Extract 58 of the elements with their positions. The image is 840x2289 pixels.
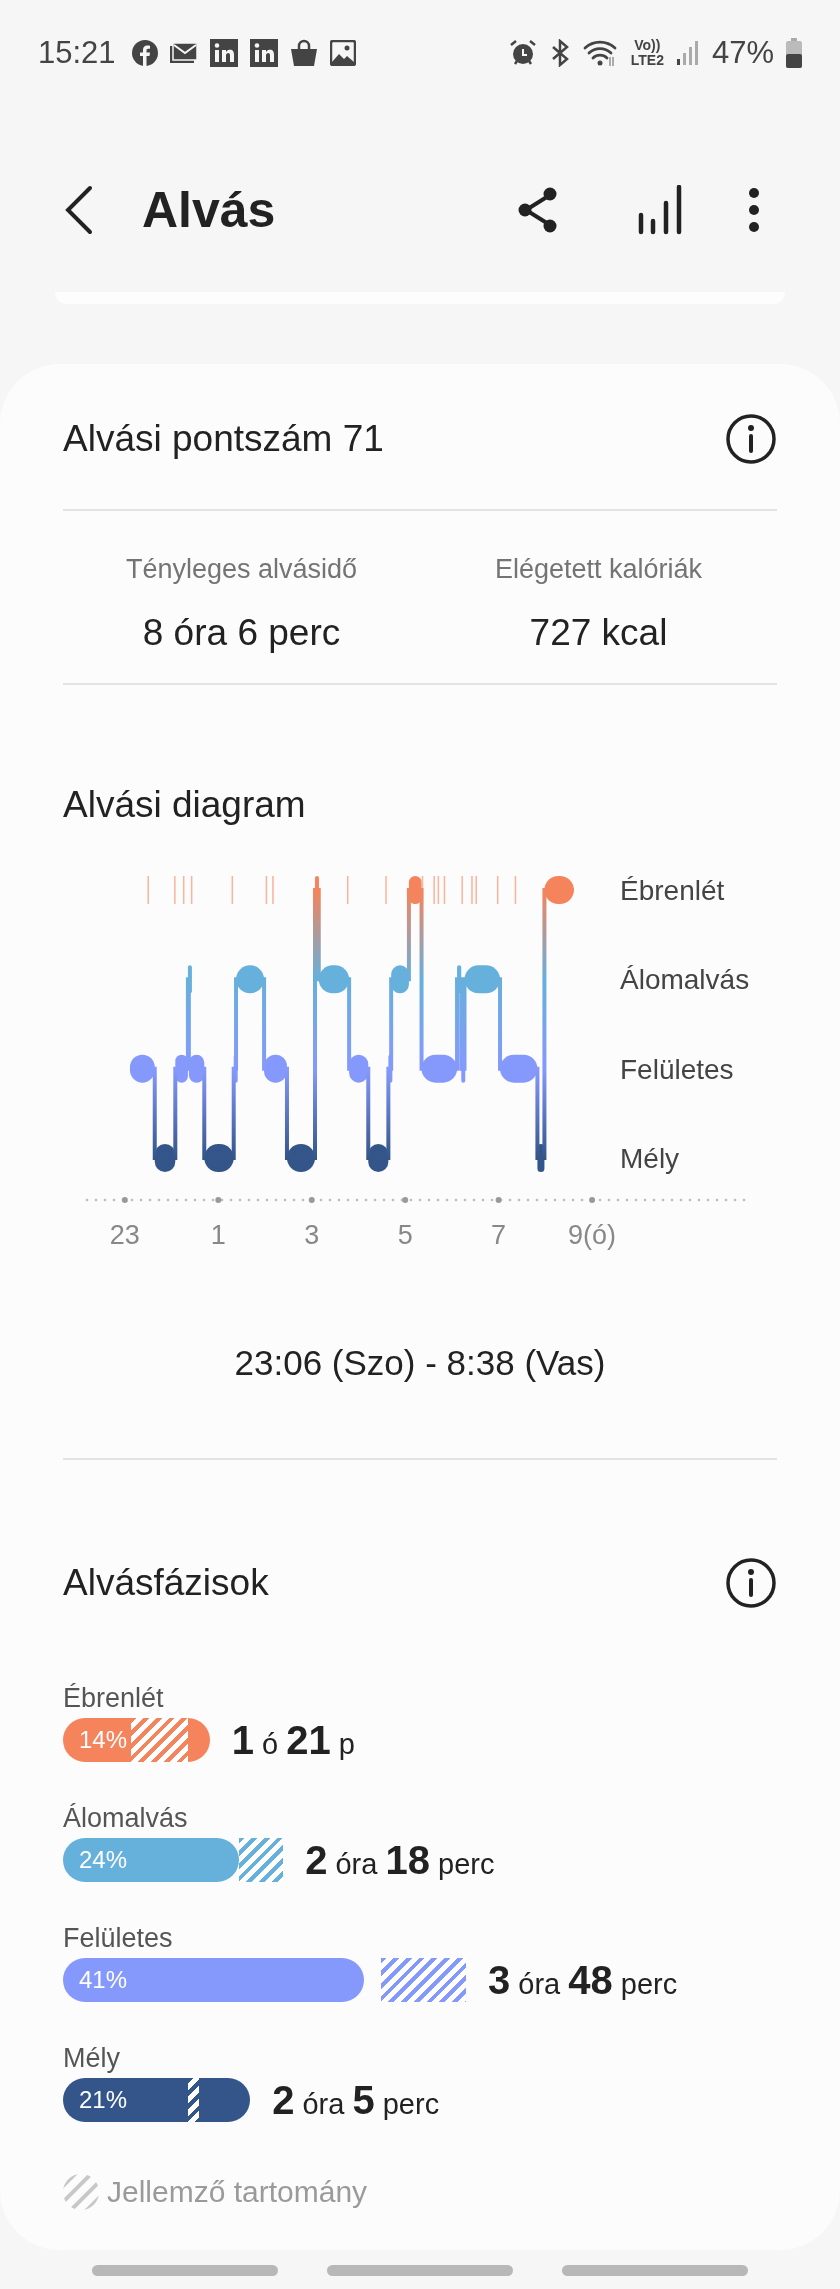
typical-range-hatch [131,1718,188,1762]
phase-duration: 2 óra 5 perc [272,2077,440,2123]
phase-name: Felületes [63,1922,174,1955]
phase-percent: 14% [79,1726,128,1754]
more-options-icon[interactable] [748,187,760,233]
wifi-icon [582,38,619,67]
nav-handle[interactable] [327,2265,513,2276]
battery-percent: 47% [711,34,774,71]
linkedin-icon [209,38,238,67]
clock: 15:21 [38,34,116,71]
signal-icon [675,38,700,67]
info-icon[interactable] [725,413,777,465]
phase-duration: 3 óra 48 perc [487,1957,678,2003]
phase-duration: 1 ó 21 p [231,1717,355,1763]
axis-label: 3 [304,1220,320,1250]
page-title: Alvás [142,181,277,239]
alarm-icon [508,38,537,67]
phases-title: Alvásfázisok [63,1562,269,1604]
hatch-legend-icon [63,2174,99,2210]
legend-label: Jellemző tartomány [107,2175,368,2209]
axis-label: 1 [210,1220,226,1250]
stat-value: 727 kcal [529,611,668,655]
image-icon [329,39,356,66]
typical-range-hatch [239,1838,284,1882]
battery-icon [786,37,802,68]
axis-label: 23 [109,1220,140,1250]
stage-label: Ébrenlét [620,875,725,906]
stat-label: Tényleges alvásidő [125,553,358,586]
phase-name: Mély [63,2042,121,2075]
phase-percent: 24% [79,1846,128,1874]
stage-label: Mély [620,1143,680,1174]
axis-label: 9(ó) [568,1220,617,1250]
phase-name: Álomalvás [63,1802,189,1835]
info-icon[interactable] [725,1557,777,1609]
stat-value: 8 óra 6 perc [142,611,341,655]
phase-duration: 2 óra 18 perc [305,1837,495,1883]
stage-label: Álomalvás [620,964,750,996]
phase-percent: 21% [79,2086,128,2114]
axis-label: 7 [491,1220,507,1250]
sleep-time-range: 23:06 (Szo) - 8:38 (Vas) [233,1342,607,1384]
stage-label: Felületes [620,1053,734,1085]
nav-handle[interactable] [562,2265,748,2276]
stat-label: Elégetett kalóriák [494,553,703,586]
bar-chart-icon[interactable] [638,185,682,235]
axis-label: 5 [397,1220,413,1250]
nav-handle[interactable] [92,2265,278,2276]
facebook-icon [131,39,158,66]
phase-percent: 41% [79,1966,128,1994]
shopping-bag-icon [289,38,318,67]
diagram-title: Alvási diagram [63,783,307,827]
network-label: LTE2 [630,52,664,68]
volte-label: Vo)) [634,37,661,53]
typical-range-hatch [187,2078,199,2122]
share-icon[interactable] [517,187,559,233]
mail-icon [169,40,198,65]
linkedin-icon [249,38,278,67]
phase-name: Ébrenlét [63,1682,165,1715]
score-title: Alvási pontszám 71 [63,418,384,460]
